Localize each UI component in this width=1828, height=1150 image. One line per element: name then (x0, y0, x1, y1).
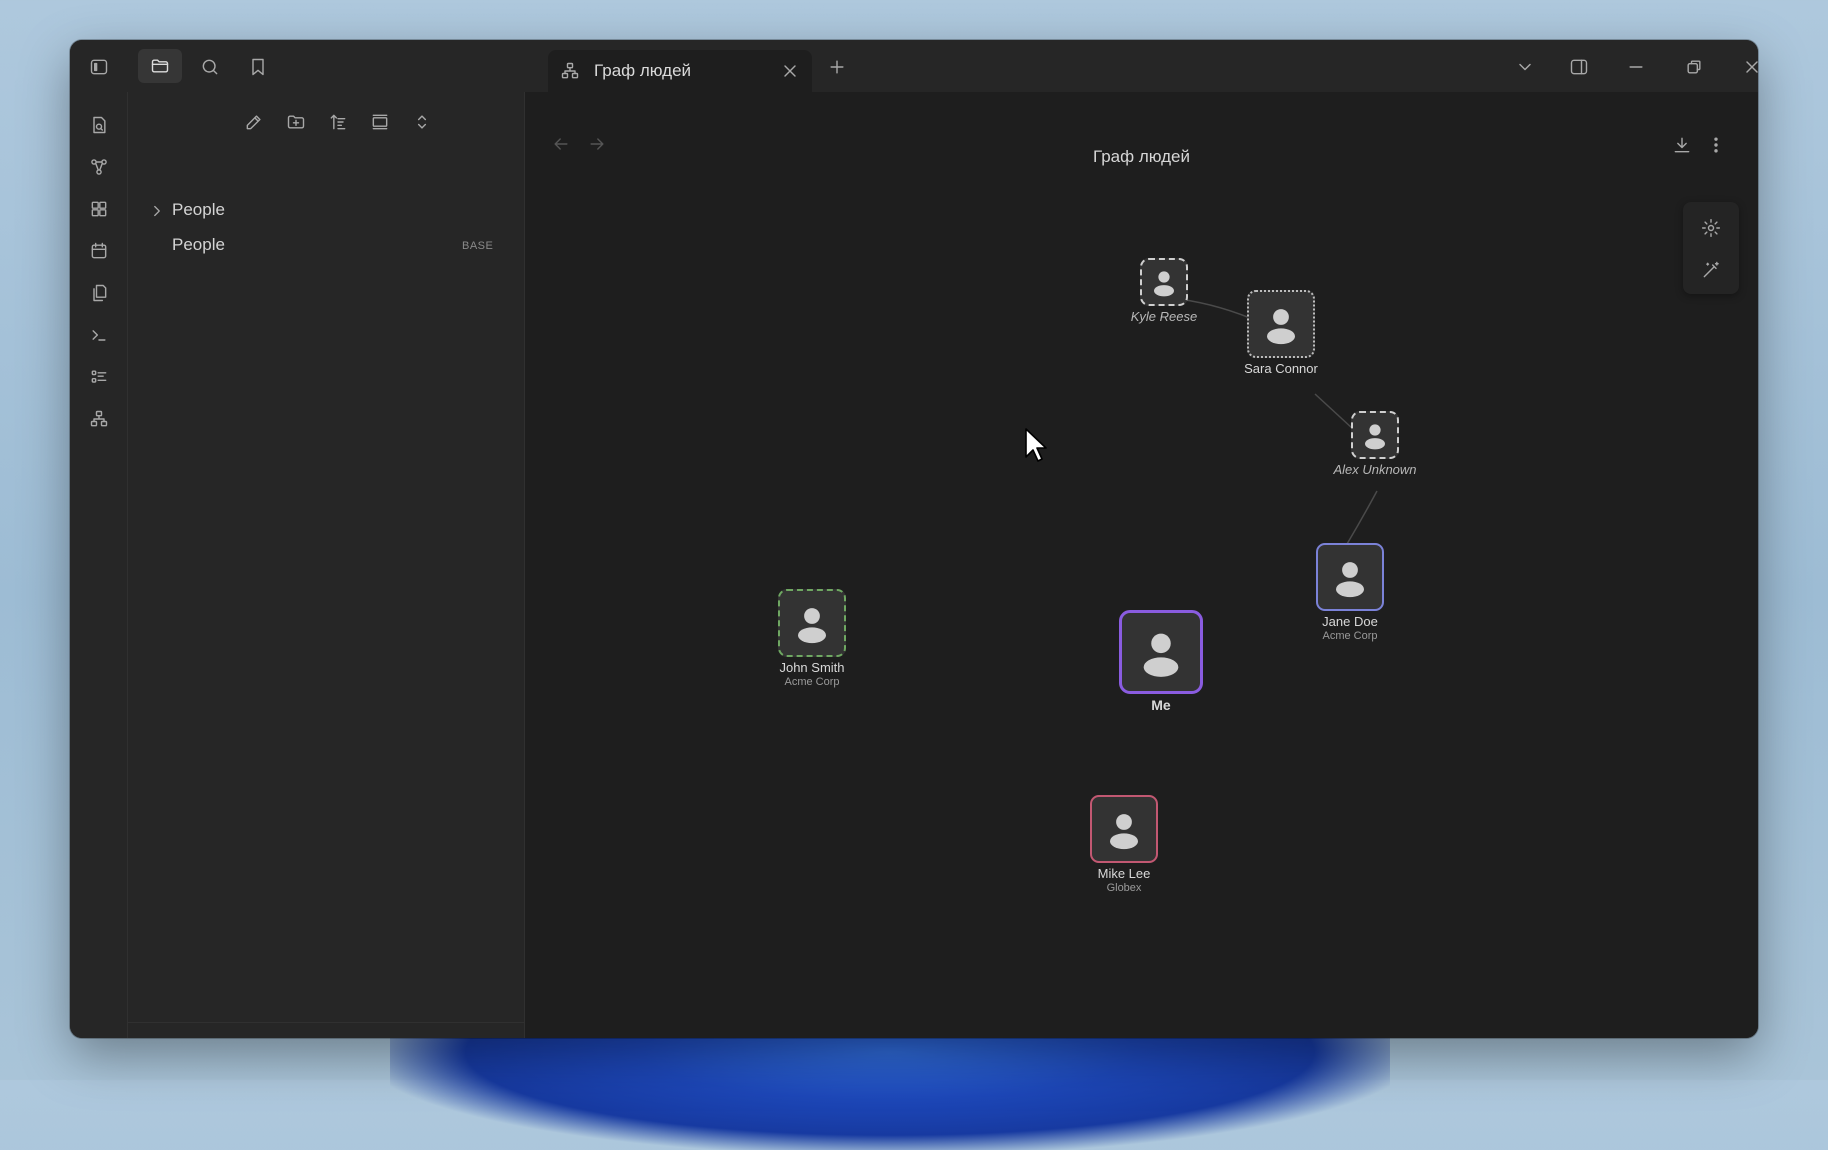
graph-tab-icon (558, 59, 582, 83)
tab-title: Граф людей (594, 61, 692, 80)
avatar (1140, 258, 1188, 306)
node-org: Acme Corp (1322, 630, 1378, 642)
restore-icon[interactable] (1678, 52, 1710, 82)
templates-copy-icon[interactable] (82, 276, 116, 310)
tree-folder-people[interactable]: People (172, 200, 225, 220)
new-tab-icon[interactable] (822, 52, 852, 82)
avatar (1247, 290, 1315, 358)
new-note-icon[interactable] (238, 106, 270, 138)
graph-node-mike-lee[interactable]: Mike Lee Globex (1059, 795, 1189, 894)
node-name: Sara Connor (1244, 361, 1318, 376)
graph-view-icon[interactable] (82, 150, 116, 184)
node-name: Jane Doe (1322, 614, 1378, 629)
search-icon[interactable] (194, 51, 226, 83)
person-icon (1267, 309, 1295, 345)
canvas-layout-icon[interactable] (82, 192, 116, 226)
graph-view-pane[interactable]: Граф людей Kyle Reese Sara Connor Alex U… (525, 92, 1758, 1038)
graph-node-me[interactable]: Me (1096, 610, 1226, 713)
node-org: Globex (1106, 882, 1142, 894)
title-bar: Граф людей (70, 40, 1758, 92)
magic-wand-icon[interactable] (1695, 254, 1727, 286)
minimize-icon[interactable] (1620, 52, 1652, 82)
toggle-right-sidebar-icon[interactable] (1563, 52, 1595, 82)
node-name: Kyle Reese (1130, 309, 1198, 324)
avatar (1119, 610, 1203, 694)
node-org: Acme Corp (784, 676, 840, 688)
graph-node-john-smith[interactable]: John Smith Acme Corp (747, 589, 877, 688)
command-terminal-icon[interactable] (82, 318, 116, 352)
app-window: Граф людей People People BASE Граф людей… (70, 40, 1758, 1038)
graph-settings-gear-icon[interactable] (1695, 212, 1727, 244)
sidebar-divider (128, 1022, 524, 1023)
node-name: John Smith (779, 660, 845, 675)
tab-graph-people[interactable]: Граф людей (548, 50, 812, 92)
graph-node-sara-connor[interactable]: Sara Connor (1211, 290, 1351, 376)
quick-switcher-icon[interactable] (82, 108, 116, 142)
avatar (1090, 795, 1158, 863)
auto-reveal-icon[interactable] (364, 106, 396, 138)
avatar (778, 589, 846, 657)
node-name: Mike Lee (1097, 866, 1151, 881)
file-type-badge: BASE (462, 240, 494, 252)
left-ribbon (70, 92, 128, 1038)
person-icon (1110, 814, 1138, 850)
chevron-right-icon[interactable] (148, 202, 166, 220)
people-graph-icon[interactable] (82, 402, 116, 436)
close-tab-icon[interactable] (778, 59, 802, 83)
file-explorer-sidebar: People People BASE person-network-test (128, 92, 525, 1038)
graph-node-kyle-reese[interactable]: Kyle Reese (1099, 258, 1229, 324)
avatar (1351, 411, 1399, 459)
person-icon (1154, 271, 1174, 297)
graph-node-jane-doe[interactable]: Jane Doe Acme Corp (1285, 543, 1415, 642)
person-icon (1365, 424, 1385, 450)
toggle-left-sidebar-icon[interactable] (84, 52, 114, 82)
tab-list-chevron-down-icon[interactable] (1510, 52, 1540, 82)
close-window-icon[interactable] (1736, 52, 1758, 82)
tree-file-people-base[interactable]: People (172, 235, 225, 255)
bookmark-icon[interactable] (242, 51, 274, 83)
sort-order-icon[interactable] (322, 106, 354, 138)
node-name: Alex Unknown (1333, 462, 1417, 477)
mouse-cursor-icon (1025, 428, 1047, 462)
graph-controls-panel (1683, 202, 1739, 294)
files-folder-icon[interactable] (138, 49, 182, 83)
avatar (1316, 543, 1384, 611)
collapse-expand-icon[interactable] (406, 106, 438, 138)
calendar-icon[interactable] (82, 234, 116, 268)
bases-list-icon[interactable] (82, 360, 116, 394)
new-folder-icon[interactable] (280, 106, 312, 138)
person-icon (1143, 633, 1179, 677)
graph-edges (1169, 297, 1378, 545)
node-name: Me (1151, 697, 1171, 713)
edge-alex-jane (1346, 490, 1378, 545)
person-icon (798, 608, 826, 644)
person-icon (1336, 562, 1364, 598)
graph-node-alex-unknown[interactable]: Alex Unknown (1305, 411, 1445, 477)
